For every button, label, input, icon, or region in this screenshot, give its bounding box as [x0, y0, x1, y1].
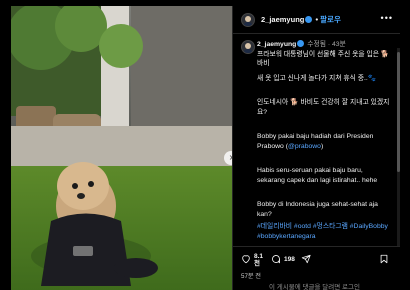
- post-details-panel: 2_jaemyung • 팔로우 ••• 2_jaemyung 수정됨 · 43…: [232, 6, 400, 290]
- bookmark-icon[interactable]: [379, 254, 389, 264]
- caption-scrollbar-thumb[interactable]: [397, 52, 400, 172]
- caption-time: 43분: [332, 41, 346, 48]
- login-to-comment-link[interactable]: 이 게시물에 댓글을 달려면 로그인: [269, 281, 360, 290]
- hashtags[interactable]: #데일리바비 #ootd #멍스타그램 #DailyBobby #bobbyke…: [257, 222, 391, 242]
- mention-link[interactable]: @prabowo: [288, 143, 321, 150]
- caption-line-4-end: ): [320, 143, 324, 150]
- caption-line-3: 인도네시아 🐕 바비도 건강히 잘 지내고 있겠지요?: [257, 99, 390, 116]
- caption-username[interactable]: 2_jaemyung: [257, 41, 296, 48]
- caption-line-2: 새 옷 입고 신나게 놀다가 지쳐 휴식 중..🐾: [257, 75, 377, 82]
- caption-area: 2_jaemyung 수정됨 · 43분 프라보워 대통령님이 선물해 주신 옷…: [233, 36, 395, 242]
- dog-photo-illustration: [11, 6, 232, 290]
- caption-line-6: Bobby di Indonesia juga sehat-sehat aja …: [257, 201, 378, 218]
- comment-count[interactable]: 198: [284, 256, 295, 263]
- follow-button[interactable]: 팔로우: [320, 15, 341, 24]
- caption-header: 2_jaemyung 수정됨 · 43분 프라보워 대통령님이 선물해 주신 옷…: [257, 40, 390, 68]
- caption-edited: 수정됨: [307, 41, 326, 48]
- author-line: 2_jaemyung • 팔로우: [261, 14, 341, 25]
- more-options-icon[interactable]: •••: [381, 13, 393, 23]
- author-avatar[interactable]: [241, 13, 255, 27]
- comment-icon[interactable]: [271, 254, 281, 264]
- caption-avatar[interactable]: [241, 40, 255, 54]
- like-count[interactable]: 8.1천: [254, 253, 264, 267]
- author-username[interactable]: 2_jaemyung: [261, 15, 304, 24]
- heart-icon[interactable]: [241, 254, 251, 264]
- post-photo[interactable]: ›: [11, 6, 232, 290]
- share-icon[interactable]: [301, 254, 311, 264]
- caption-verified-icon: [297, 40, 305, 47]
- post-header: 2_jaemyung • 팔로우 •••: [233, 6, 400, 34]
- post-time-ago: 57분 전: [241, 273, 261, 280]
- caption-line-4: Bobby pakai baju hadiah dari Presiden Pr…: [257, 132, 391, 152]
- caption-line-5: Habis seru-seruan pakai baju baru, sekar…: [257, 167, 378, 184]
- next-photo-button[interactable]: ›: [224, 151, 232, 165]
- caption-line-1: 프라보워 대통령님이 선물해 주신 옷을 입은 🐕 바비: [257, 50, 390, 68]
- instagram-post-viewer: › 2_jaemyung • 팔로우 ••• 2_jaemyung 수정됨 · …: [0, 0, 410, 290]
- verified-badge-icon: [305, 16, 313, 23]
- post-actions: 8.1천 198 57분 전 이 게시물에 댓글을 달려면 로그인: [233, 246, 400, 290]
